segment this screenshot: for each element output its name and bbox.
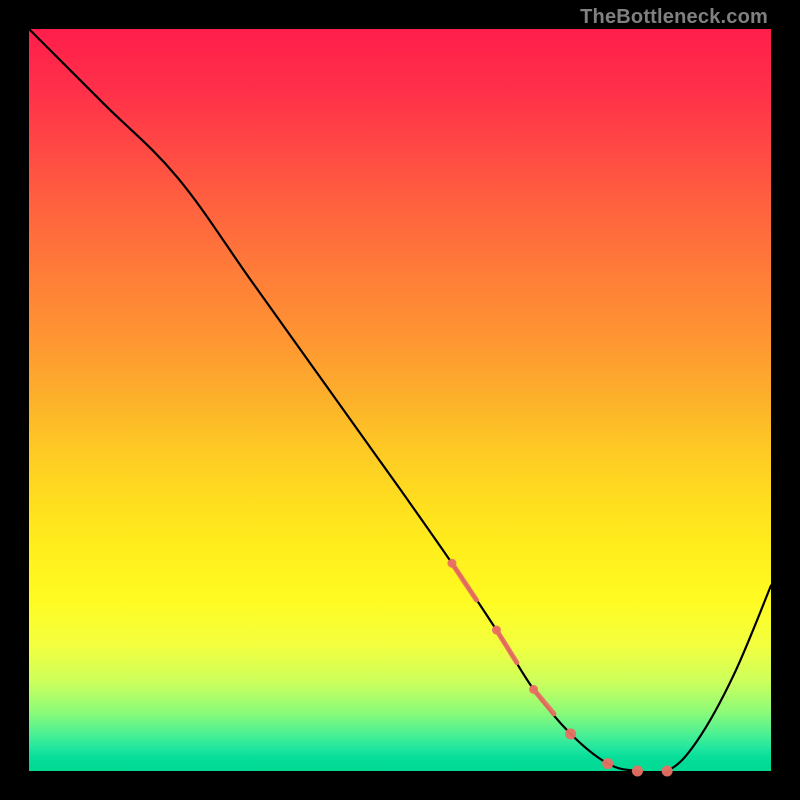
highlight-segment xyxy=(496,630,516,663)
highlight-markers xyxy=(447,559,672,777)
highlight-dot xyxy=(602,758,613,769)
highlight-dot xyxy=(632,766,643,777)
watermark-text: TheBottleneck.com xyxy=(580,6,768,29)
highlight-dot xyxy=(662,766,673,777)
chart-frame: TheBottleneck.com xyxy=(0,0,800,800)
highlight-dot xyxy=(565,728,576,739)
bottleneck-curve xyxy=(29,29,771,774)
chart-overlay xyxy=(29,29,771,771)
highlight-segment xyxy=(452,563,476,600)
highlight-segment xyxy=(534,689,554,713)
